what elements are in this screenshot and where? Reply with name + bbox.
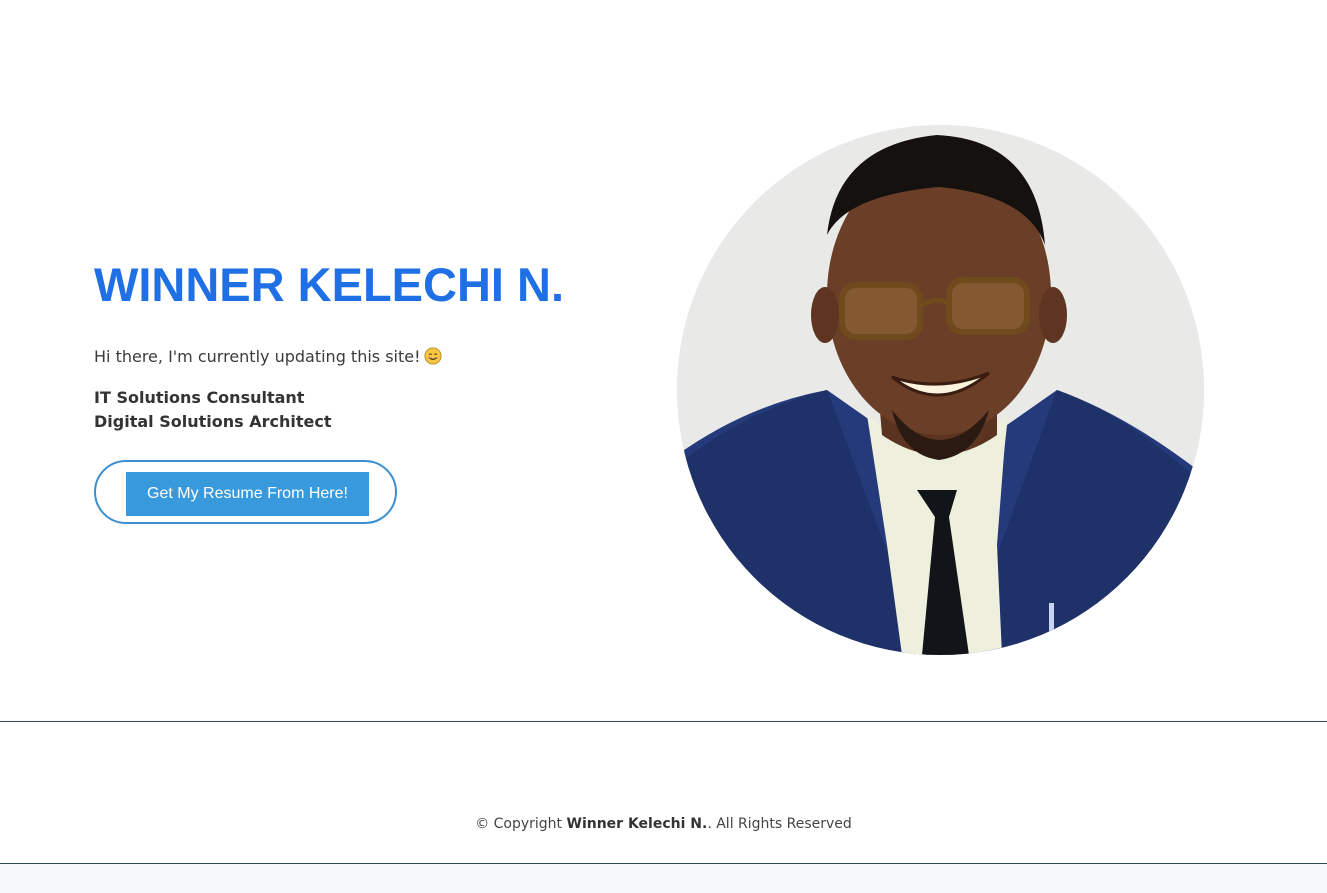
portrait-illustration — [677, 125, 1204, 655]
page: WINNER KELECHI N. Hi there, I'm currentl… — [0, 0, 1327, 893]
smiling-face-icon — [423, 347, 442, 365]
intro-label: Hi there, I'm currently updating this si… — [94, 347, 421, 366]
profile-photo — [677, 125, 1204, 655]
hero-title: WINNER KELECHI N. — [94, 258, 564, 311]
copyright-text: © Copyright Winner Kelechi N.. All Right… — [0, 814, 1327, 834]
hero-section: WINNER KELECHI N. Hi there, I'm currentl… — [94, 256, 614, 524]
role-item: Digital Solutions Architect — [94, 412, 332, 431]
roles-list: IT Solutions Consultant Digital Solution… — [94, 386, 614, 434]
bottom-strip — [0, 864, 1327, 893]
footer-top-divider — [0, 721, 1327, 722]
intro-text: Hi there, I'm currently updating this si… — [94, 346, 614, 368]
resume-button-outline: Get My Resume From Here! — [94, 460, 397, 524]
role-item: IT Solutions Consultant — [94, 388, 305, 407]
copyright-prefix: © Copyright — [475, 816, 563, 832]
get-resume-button[interactable]: Get My Resume From Here! — [126, 472, 369, 516]
copyright-name: Winner Kelechi N. — [566, 816, 708, 832]
copyright-suffix: . All Rights Reserved — [707, 816, 852, 832]
